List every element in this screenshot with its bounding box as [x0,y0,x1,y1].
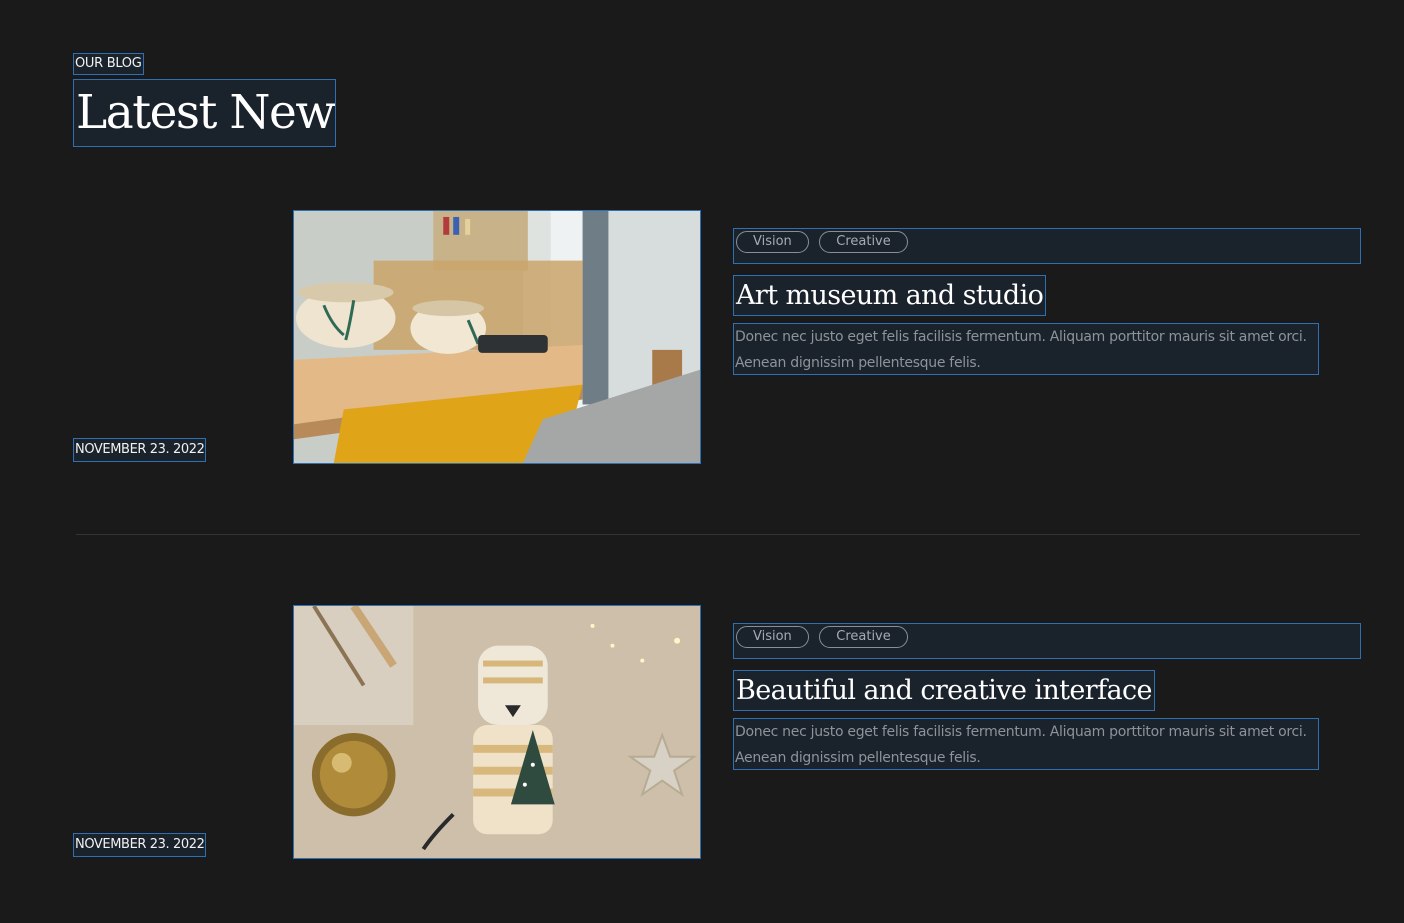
article-date: NOVEMBER 23. 2022 [73,438,207,462]
article-image [294,606,700,858]
tag-vision[interactable]: Vision [736,626,809,648]
article-date: NOVEMBER 23. 2022 [73,833,207,857]
article-card: NOVEMBER 23. 2022 Vision Creative Beauti… [0,0,1404,859]
article-excerpt: Donec nec justo eget felis facilisis fer… [733,323,1319,375]
article-divider [76,534,1360,535]
article-title-link[interactable]: Art museum and studio [733,275,1047,316]
article-tags: Vision Creative [733,623,1361,659]
tag-creative[interactable]: Creative [819,626,908,648]
article-title-link[interactable]: Beautiful and creative interface [733,670,1155,711]
article-image-link[interactable] [293,605,701,859]
article-excerpt: Donec nec justo eget felis facilisis fer… [733,718,1319,770]
